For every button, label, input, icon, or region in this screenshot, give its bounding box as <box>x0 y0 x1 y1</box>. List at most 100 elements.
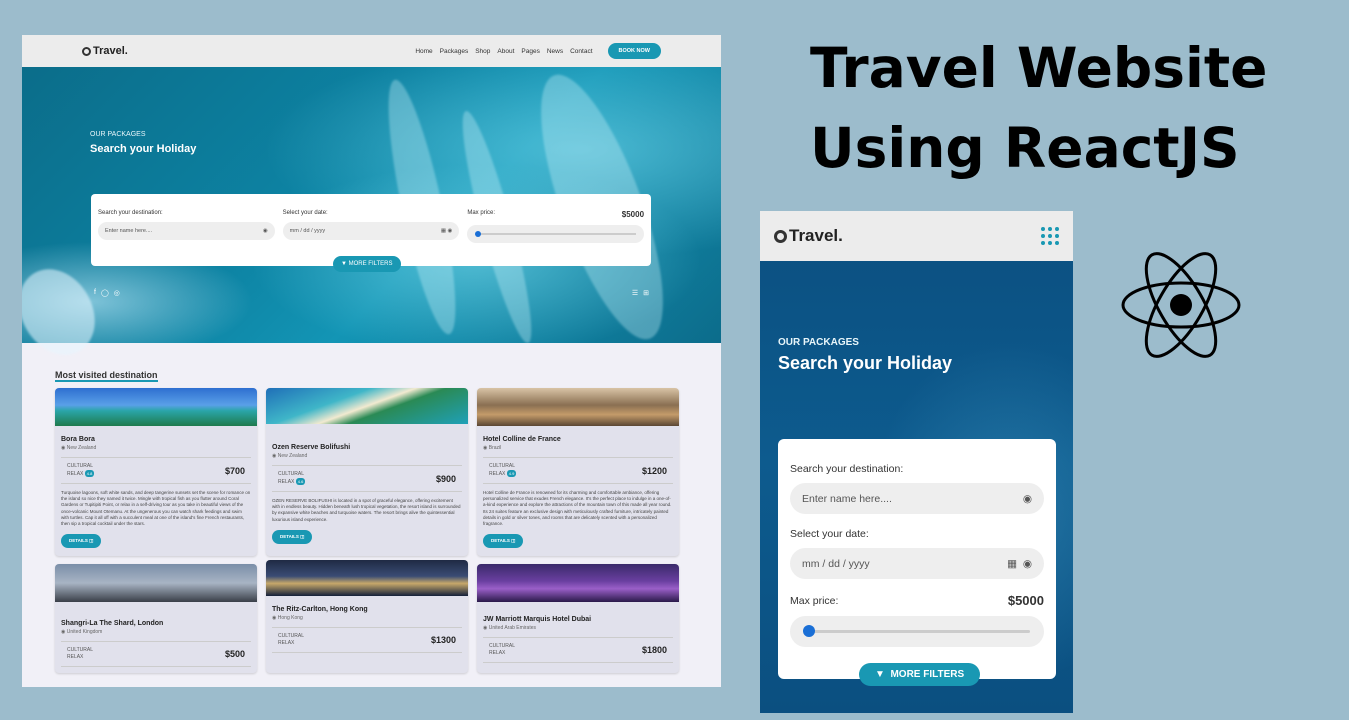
price-slider[interactable] <box>790 616 1044 647</box>
destination-input[interactable]: Enter name here.... ◉ <box>790 483 1044 514</box>
slider-track <box>479 233 637 235</box>
card-image <box>266 560 468 597</box>
funnel-icon: ▼ <box>341 261 347 267</box>
tag-relax-text: RELAX <box>489 471 506 477</box>
slider-thumb[interactable] <box>475 231 482 237</box>
date-label: Select your date: <box>790 528 869 540</box>
headline-line-2: Using ReactJS <box>810 116 1240 180</box>
rating-badge: 4.9 <box>506 470 517 477</box>
react-atom-icon <box>1121 252 1241 358</box>
card-meta: CULTURAL RELAX 4.9 $1200 <box>483 457 673 484</box>
menu-dot <box>1055 227 1059 231</box>
book-now-button[interactable]: BOOK NOW <box>607 43 661 59</box>
grid-menu-icon[interactable] <box>1041 227 1059 245</box>
more-filters-button[interactable]: ▼ MORE FILTERS <box>333 256 401 272</box>
tag-relax: RELAX <box>67 654 84 661</box>
site-logo[interactable]: Travel. <box>774 226 843 246</box>
hero-title: Search your Holiday <box>778 353 953 373</box>
details-button[interactable]: DETAILS ◫ <box>272 529 313 544</box>
destination-placeholder: Enter name here.... <box>105 228 153 234</box>
price-value: $5000 <box>1007 593 1044 608</box>
card-meta: CULTURAL RELAX 4.8 $700 <box>61 457 251 484</box>
price-slider[interactable] <box>467 225 645 243</box>
card-image <box>477 564 679 603</box>
calendar-icon: ▦ ◉ <box>440 228 453 234</box>
tag-relax: RELAX 4.6 <box>278 478 306 486</box>
card-title: The Ritz-Carlton, Hong Kong <box>272 606 368 614</box>
nav-link-shop[interactable]: Shop <box>475 48 490 55</box>
location-pin-icon: ◉ <box>1022 492 1032 505</box>
details-button[interactable]: DETAILS ◫ <box>61 534 102 549</box>
card-tags: CULTURAL RELAX 4.8 <box>67 463 95 478</box>
tag-cultural: CULTURAL <box>67 647 94 654</box>
card-description: Hotel Colline de France is renowned for … <box>483 490 672 527</box>
card-price: $1300 <box>430 635 456 646</box>
card-location: ◉ New Zealand <box>61 445 251 451</box>
nav-link-home[interactable]: Home <box>415 48 432 55</box>
site-logo[interactable]: Travel. <box>82 45 128 57</box>
menu-dot <box>1048 227 1052 231</box>
card-tags: CULTURAL RELAX <box>67 647 93 661</box>
logo-text: Travel. <box>789 226 843 245</box>
instagram-icon[interactable]: ◯ <box>101 289 109 297</box>
mobile-navbar: Travel. <box>760 211 1073 261</box>
facebook-icon[interactable]: f <box>94 289 96 297</box>
mobile-screenshot: Travel. OUR PACKAGES Search your Holiday… <box>760 211 1073 713</box>
destination-input[interactable]: Enter name here.... ◉ <box>98 222 275 240</box>
section-title: Most visited destination <box>55 370 158 382</box>
grid-view-icon[interactable]: ⊞ <box>643 289 649 297</box>
card-location: ◉ New Zealand <box>272 453 462 459</box>
card-description: Turquoise lagoons, soft white sands, and… <box>61 490 251 527</box>
hero-kicker: OUR PACKAGES <box>778 337 859 348</box>
menu-dot <box>1041 241 1045 245</box>
nav-links: Home Packages Shop About Pages News Cont… <box>415 43 661 59</box>
destination-card: Hotel Colline de France ◉ Brazil CULTURA… <box>477 388 679 557</box>
tag-relax: RELAX 4.8 <box>67 470 95 478</box>
destination-card: Bora Bora ◉ New Zealand CULTURAL RELAX 4.… <box>55 388 257 557</box>
card-price: $700 <box>224 465 245 476</box>
card-meta: CULTURAL RELAX $500 <box>61 641 251 668</box>
card-price: $500 <box>224 649 245 660</box>
tag-relax: RELAX 4.9 <box>489 470 517 478</box>
nav-link-contact[interactable]: Contact <box>570 48 592 55</box>
hero-title: Search your Holiday <box>90 143 197 155</box>
nav-link-news[interactable]: News <box>547 48 563 55</box>
tripadvisor-icon[interactable]: ◎ <box>114 289 120 297</box>
more-filters-button[interactable]: ▼ MORE FILTERS <box>859 663 981 686</box>
price-field: Max price: $5000 <box>467 210 645 266</box>
card-title: JW Marriott Marquis Hotel Dubai <box>483 616 592 624</box>
list-view-icon[interactable]: ☰ <box>632 289 638 297</box>
desktop-navbar: Travel. Home Packages Shop About Pages N… <box>22 35 721 67</box>
destination-card: Ozen Reserve Bolifushi ◉ New Zealand CUL… <box>266 388 468 557</box>
card-image <box>55 564 257 603</box>
date-value: mm / dd / yyyy <box>802 557 870 570</box>
more-filters-label: MORE FILTERS <box>890 669 965 680</box>
slider-thumb[interactable] <box>803 625 815 637</box>
card-title: Shangri-La The Shard, London <box>61 620 164 628</box>
details-button[interactable]: DETAILS ◫ <box>483 534 524 549</box>
details-label: DETAILS <box>280 533 299 539</box>
card-body: Shangri-La The Shard, London ◉ United Ki… <box>55 602 257 673</box>
section-title-underlined: destination <box>109 370 158 382</box>
date-input[interactable]: mm / dd / yyyy ▦ ◉ <box>790 548 1044 579</box>
headline-line-1: Travel Website <box>810 36 1268 100</box>
card-image <box>55 388 257 426</box>
card-location-text: Brazil <box>488 445 502 451</box>
card-location: ◉ Brazil <box>483 445 673 451</box>
search-panel: Search your destination: Enter name here… <box>778 439 1056 679</box>
rating-badge: 4.6 <box>295 478 306 485</box>
details-label: DETAILS <box>69 538 88 544</box>
nav-link-packages[interactable]: Packages <box>440 48 469 55</box>
nav-link-pages[interactable]: Pages <box>521 48 539 55</box>
card-location-text: United Arab Emirates <box>488 625 537 632</box>
tag-relax-text: RELAX <box>67 471 84 477</box>
menu-dot <box>1055 234 1059 238</box>
date-input[interactable]: mm / dd / yyyy ▦ ◉ <box>282 222 460 240</box>
headline: Travel Website Using ReactJS <box>810 28 1330 188</box>
card-price: $1200 <box>641 465 667 476</box>
tag-cultural: CULTURAL <box>489 643 516 650</box>
nav-link-about[interactable]: About <box>497 48 514 55</box>
price-label-row: Max price: $5000 <box>467 210 644 219</box>
desktop-screenshot: Travel. Home Packages Shop About Pages N… <box>22 35 721 687</box>
destination-label: Search your destination: <box>790 463 904 475</box>
